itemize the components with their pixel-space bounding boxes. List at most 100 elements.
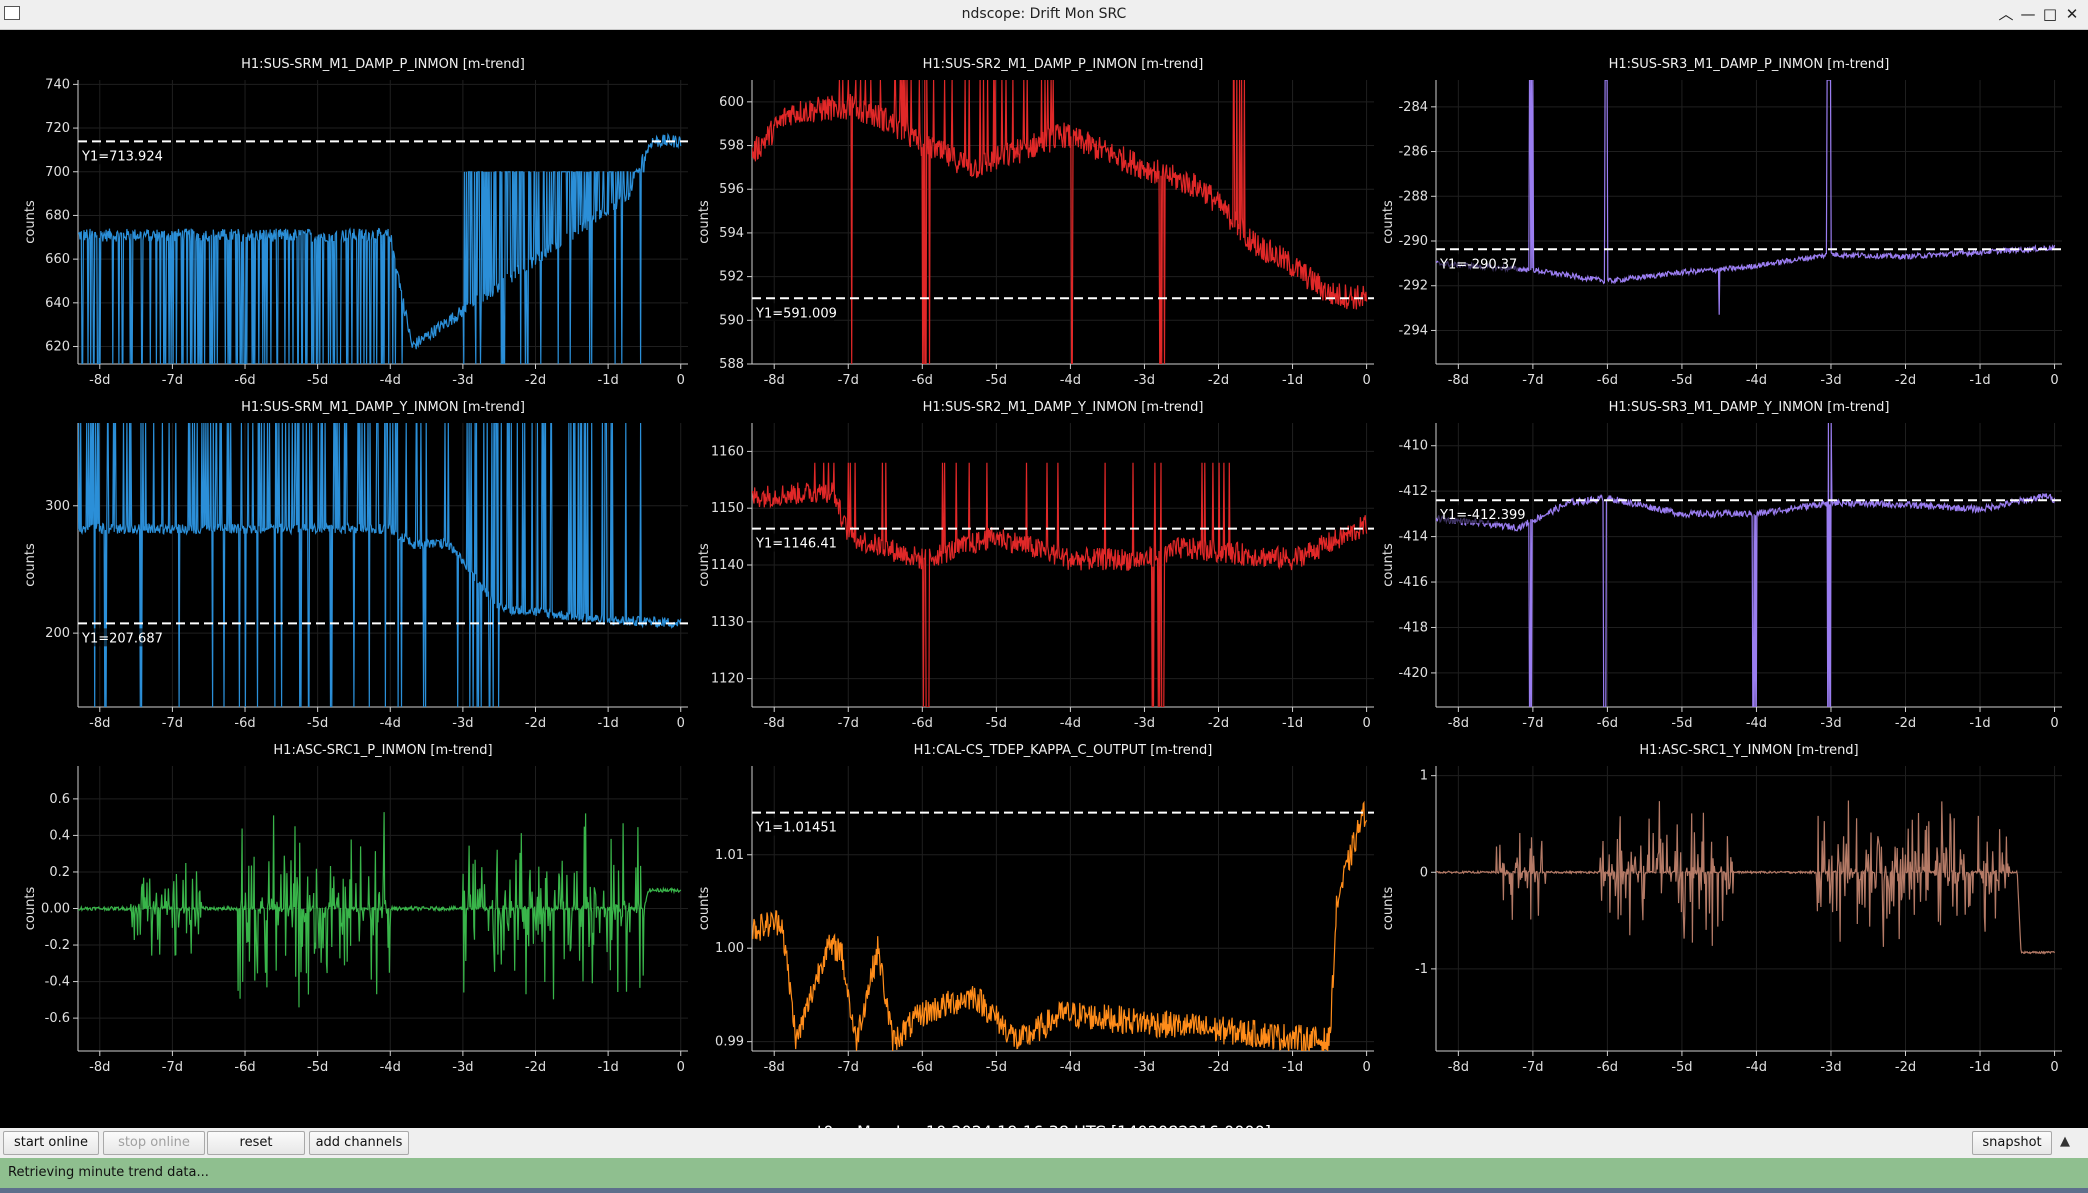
y-tick-label: 700 xyxy=(45,165,70,180)
y-tick-label: 0.6 xyxy=(49,792,70,807)
trace-group xyxy=(78,423,682,707)
y-tick-label: -1 xyxy=(1415,962,1428,977)
y-tick-label: -0.2 xyxy=(45,938,70,953)
data-trace xyxy=(78,423,682,707)
y-cursor-label: Y1=713.924 xyxy=(81,149,163,164)
trace-group xyxy=(1436,80,2056,315)
x-tick-label: 0 xyxy=(2050,373,2058,388)
x-tick-label: -5d xyxy=(307,716,328,731)
y-tick-label: -410 xyxy=(1398,439,1428,454)
y-tick-label: -286 xyxy=(1398,145,1428,160)
plot-panel-8[interactable]: -8d -7d -6d -5d -4d -3d -2d -1d 0 0.99 1.00 1.01 H1:… xyxy=(697,743,1374,1075)
x-tick-label: -8d xyxy=(89,373,110,388)
x-tick-label: 0 xyxy=(677,1060,685,1075)
plot-panel-7[interactable]: -8d -7d -6d -5d -4d -3d -2d -1d 0 -0.6 -0.4 -0.2 0.0… xyxy=(23,743,688,1075)
x-tick-label: -7d xyxy=(838,716,859,731)
window-minimize-icon[interactable]: — xyxy=(2018,4,2038,24)
x-tick-label: 0 xyxy=(1362,373,1370,388)
window-title: ndscope: Drift Mon SRC xyxy=(961,6,1127,22)
x-tick-label: -5d xyxy=(307,1060,328,1075)
data-trace xyxy=(78,132,682,364)
window-close-icon[interactable]: ✕ xyxy=(2062,4,2082,24)
plot-panel-2[interactable]: -8d -7d -6d -5d -4d -3d -2d -1d 0 588 590 592 594 596… xyxy=(697,57,1374,388)
x-tick-label: -8d xyxy=(1448,716,1469,731)
y-tick-label: -0.6 xyxy=(45,1011,70,1026)
x-tick-label: -5d xyxy=(986,1060,1007,1075)
y-tick-label: 300 xyxy=(45,499,70,514)
y-tick-label: -294 xyxy=(1398,323,1428,338)
window-collapse-icon[interactable]: ︿ xyxy=(1996,4,2016,24)
x-tick-label: -8d xyxy=(764,716,785,731)
plot-panel-6[interactable]: -8d -7d -6d -5d -4d -3d -2d -1d 0 -420 -418 -416 -41… xyxy=(1381,400,2062,731)
x-tick-label: -8d xyxy=(764,1060,785,1075)
y-tick-label: 680 xyxy=(45,208,70,223)
y-axis-label: counts xyxy=(1381,543,1396,587)
x-tick-label: 0 xyxy=(1362,716,1370,731)
plot-panel-1[interactable]: -8d -7d -6d -5d -4d -3d -2d -1d 0 620 640 660 680 700… xyxy=(23,57,688,388)
y-cursor-label: Y1=207.687 xyxy=(81,631,163,646)
trace-group xyxy=(1436,800,2056,955)
y-tick-label: 596 xyxy=(719,182,744,197)
reset-button[interactable]: reset xyxy=(207,1131,305,1155)
y-cursor-label: Y1=591.009 xyxy=(755,306,837,321)
x-tick-label: -6d xyxy=(234,716,255,731)
x-tick-label: -7d xyxy=(162,373,183,388)
plot-title: H1:SUS-SR3_M1_DAMP_P_INMON [m-trend] xyxy=(1609,57,1890,72)
y-cursor-label: Y1=-412.399 xyxy=(1439,508,1526,523)
y-tick-label: -416 xyxy=(1398,575,1428,590)
x-tick-label: -6d xyxy=(912,373,933,388)
x-tick-label: -6d xyxy=(1597,373,1618,388)
plot-title: H1:CAL-CS_TDEP_KAPPA_C_OUTPUT [m-trend] xyxy=(914,743,1213,758)
plot-panel-5[interactable]: -8d -7d -6d -5d -4d -3d -2d -1d 0 1120 1130 1140 115… xyxy=(697,400,1374,731)
x-tick-label: -1d xyxy=(1969,716,1990,731)
x-tick-label: -2d xyxy=(1895,716,1916,731)
x-tick-label: 0 xyxy=(677,716,685,731)
x-tick-label: 0 xyxy=(2050,1060,2058,1075)
y-tick-label: 0.00 xyxy=(41,902,70,917)
x-tick-label: -2d xyxy=(525,373,546,388)
stop-online-label: stop online xyxy=(118,1135,190,1150)
x-tick-label: -4d xyxy=(380,1060,401,1075)
x-tick-label: -6d xyxy=(234,1060,255,1075)
x-tick-label: -4d xyxy=(1746,1060,1767,1075)
x-tick-label: -1d xyxy=(598,1060,619,1075)
x-tick-label: -5d xyxy=(307,373,328,388)
x-tick-label: -7d xyxy=(1522,1060,1543,1075)
y-axis-label: counts xyxy=(697,543,712,587)
x-tick-label: -5d xyxy=(1671,1060,1692,1075)
x-tick-label: -2d xyxy=(1895,1060,1916,1075)
bottom-toolbar: start online stop online reset add chann… xyxy=(0,1128,2088,1158)
snapshot-button[interactable]: snapshot xyxy=(1972,1131,2052,1155)
plot-panel-3[interactable]: -8d -7d -6d -5d -4d -3d -2d -1d 0 -294 -292 -290 -28… xyxy=(1381,57,2062,388)
x-tick-label: -4d xyxy=(380,373,401,388)
x-tick-label: -6d xyxy=(234,373,255,388)
start-online-button[interactable]: start online xyxy=(3,1131,99,1155)
plot-grid: -8d -7d -6d -5d -4d -3d -2d -1d 0 620 640 660 680 700… xyxy=(0,30,2088,1141)
plot-panel-9[interactable]: -8d -7d -6d -5d -4d -3d -2d -1d 0 -1 0 1 H1:ASC-SRC1… xyxy=(1381,743,2062,1075)
x-tick-label: -4d xyxy=(380,716,401,731)
y-tick-label: 720 xyxy=(45,121,70,136)
plot-title: H1:ASC-SRC1_P_INMON [m-trend] xyxy=(273,743,492,758)
window-maximize-icon[interactable]: □ xyxy=(2040,4,2060,24)
y-tick-label: 200 xyxy=(45,626,70,641)
add-channels-button[interactable]: add channels xyxy=(309,1131,409,1155)
y-axis-label: counts xyxy=(1381,200,1396,244)
y-tick-label: -418 xyxy=(1398,620,1428,635)
y-tick-label: -412 xyxy=(1398,484,1428,499)
add-channels-label: add channels xyxy=(315,1135,403,1150)
x-tick-label: -7d xyxy=(838,1060,859,1075)
x-tick-label: -6d xyxy=(912,1060,933,1075)
data-trace xyxy=(1436,800,2056,955)
snapshot-label: snapshot xyxy=(1982,1135,2042,1150)
y-axis-label: counts xyxy=(23,200,38,244)
data-trace xyxy=(752,462,1368,707)
toolbar-expand-icon[interactable]: ▲ xyxy=(2060,1134,2070,1149)
y-tick-label: 592 xyxy=(719,270,744,285)
x-tick-label: -1d xyxy=(1282,373,1303,388)
y-tick-label: 1160 xyxy=(711,444,744,459)
y-tick-label: 740 xyxy=(45,77,70,92)
plot-panel-4[interactable]: -8d -7d -6d -5d -4d -3d -2d -1d 0 200 300 H1:SUS-SR… xyxy=(23,400,688,731)
y-cursor-label: Y1=1146.41 xyxy=(755,537,837,552)
y-cursor-label: Y1=1.01451 xyxy=(755,821,837,836)
stop-online-button[interactable]: stop online xyxy=(103,1131,205,1155)
